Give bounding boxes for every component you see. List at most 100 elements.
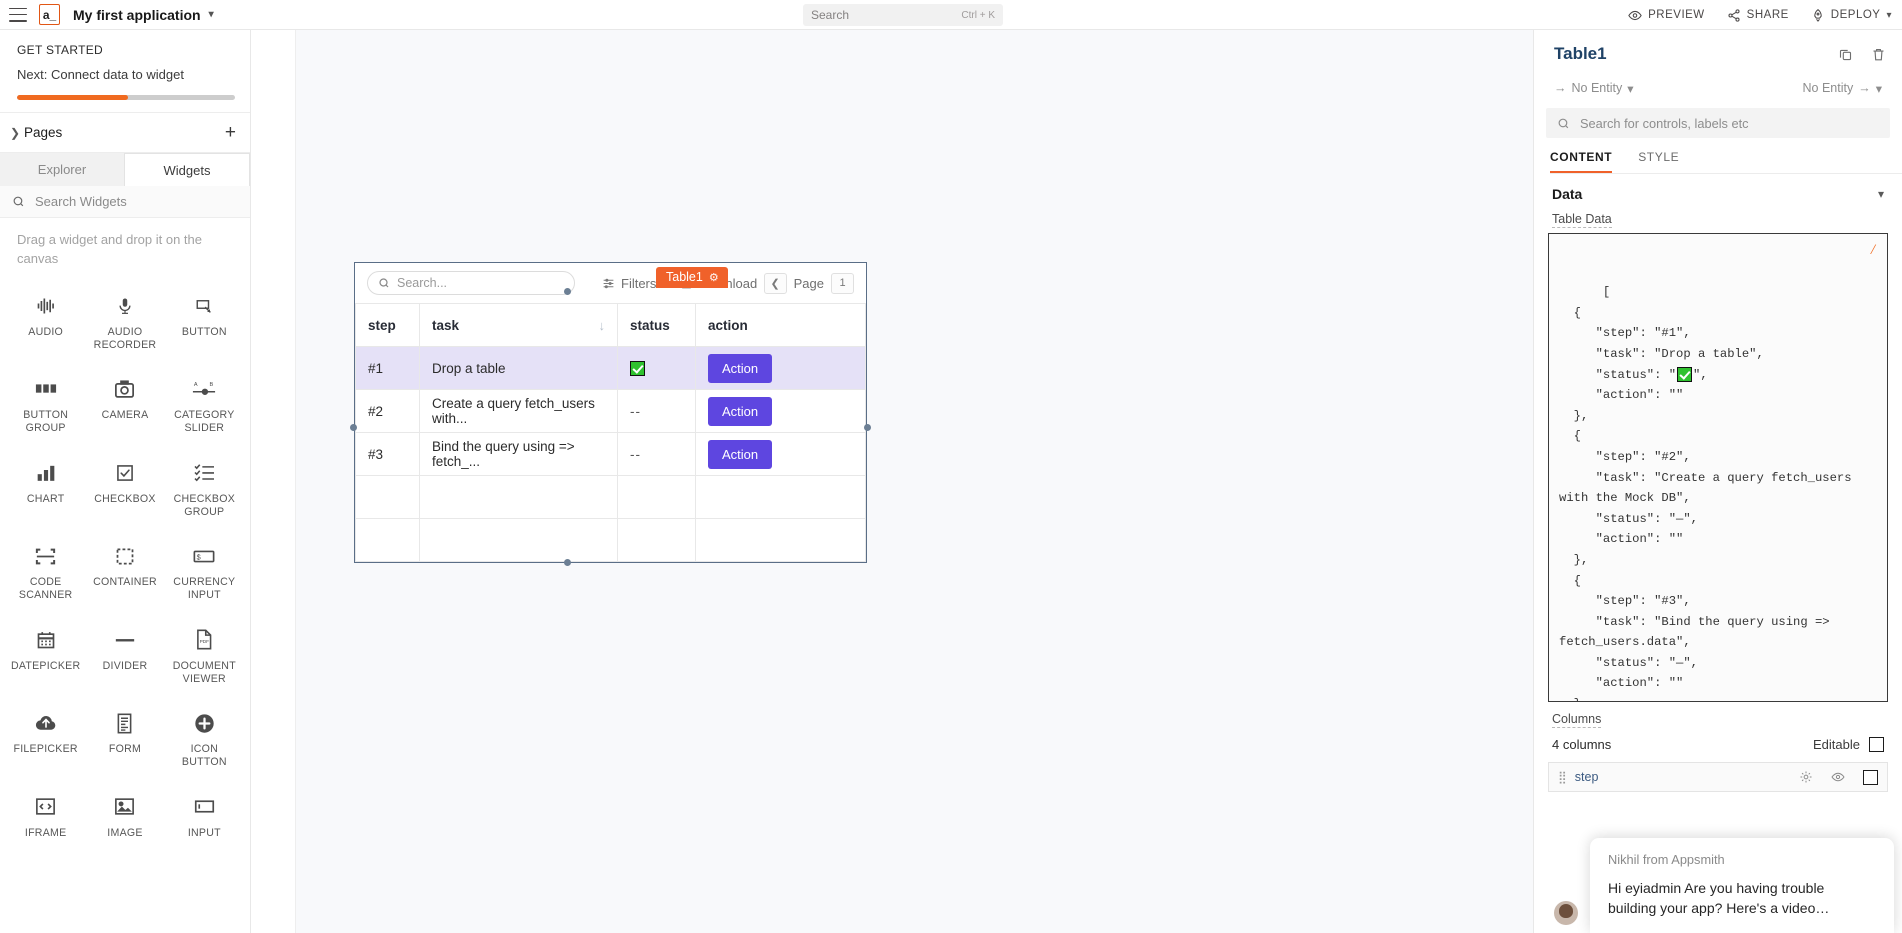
get-started-next-step: Next: Connect data to widget: [17, 67, 184, 82]
trash-icon[interactable]: [1871, 47, 1886, 62]
cell-step: #3: [355, 432, 420, 476]
currency-input-icon: $: [193, 543, 215, 569]
search-icon: [12, 195, 25, 208]
widget-item-image[interactable]: IMAGE: [85, 782, 164, 848]
svg-text:A: A: [194, 382, 198, 388]
widget-item-icon-button[interactable]: ICON BUTTON: [165, 698, 244, 777]
sort-descending-icon[interactable]: ↓: [599, 318, 606, 333]
column-visibility-checkbox[interactable]: [1863, 769, 1878, 785]
image-icon: [114, 794, 135, 820]
resize-handle-right[interactable]: [864, 424, 871, 431]
resize-handle-bottom[interactable]: [564, 559, 571, 566]
share-button[interactable]: SHARE: [1727, 8, 1789, 22]
widget-name-tag[interactable]: Table1 ⚙: [656, 267, 728, 288]
editable-checkbox[interactable]: [1869, 737, 1884, 752]
widget-item-chart[interactable]: CHART: [6, 448, 85, 527]
widget-item-checkbox-group[interactable]: CHECKBOX GROUP: [165, 448, 244, 527]
column-header-action[interactable]: action: [695, 303, 866, 347]
deploy-button[interactable]: DEPLOY ▾: [1811, 8, 1892, 22]
row-action-button[interactable]: Action: [708, 353, 773, 383]
row-action-button[interactable]: Action: [708, 439, 773, 469]
resize-handle-top[interactable]: [564, 288, 571, 295]
row-action-button[interactable]: Action: [708, 396, 773, 426]
gear-icon[interactable]: [1799, 770, 1813, 784]
eye-icon[interactable]: [1831, 770, 1845, 784]
plus-icon[interactable]: +: [225, 123, 236, 142]
table-row[interactable]: #1 Drop a table Action: [355, 346, 866, 390]
appsmith-builder: a_ My first application ▾ Search Ctrl + …: [0, 0, 1902, 933]
chevron-left-icon[interactable]: ❮: [763, 272, 787, 294]
widget-item-form[interactable]: FORM: [85, 698, 164, 777]
chat-avatar[interactable]: [1554, 901, 1578, 925]
data-section-title: Data: [1552, 186, 1583, 202]
tab-widgets[interactable]: Widgets: [124, 153, 250, 186]
column-header-status[interactable]: status: [617, 303, 696, 347]
widget-item-iframe[interactable]: IFRAME: [6, 782, 85, 848]
data-section-header[interactable]: Data ▾: [1534, 174, 1902, 208]
filter-icon: [602, 277, 615, 290]
table-head: step task ↓ status action: [355, 303, 866, 347]
pages-section-header[interactable]: ❯ Pages +: [0, 113, 250, 153]
table-row[interactable]: #3 Bind the query using => fetch_... -- Act…: [355, 432, 866, 476]
copy-icon[interactable]: [1838, 47, 1853, 62]
widget-item-category-slider[interactable]: A B CATEGORY SLIDER: [165, 364, 244, 443]
table-body: #1 Drop a table Action #2 Create a query fet…: [355, 346, 866, 562]
widget-item-label: CHART: [26, 492, 65, 505]
widget-item-datepicker[interactable]: DATEPICKER: [6, 615, 85, 694]
table-filters-button[interactable]: Filters: [602, 276, 656, 291]
cell-task-value: Bind the query using => fetch_...: [432, 439, 575, 469]
cell-task: Create a query fetch_users with...: [419, 389, 618, 433]
widget-item-document-viewer[interactable]: PDF DOCUMENT VIEWER: [165, 615, 244, 694]
application-name[interactable]: My first application ▾: [73, 7, 214, 23]
preview-button[interactable]: PREVIEW: [1628, 8, 1705, 22]
entity-incoming[interactable]: → No Entity ▾: [1554, 81, 1634, 96]
widget-item-button-group[interactable]: BUTTON GROUP: [6, 364, 85, 443]
widget-search-input[interactable]: Search Widgets: [0, 186, 250, 218]
widget-item-code-scanner[interactable]: CODE SCANNER: [6, 531, 85, 610]
divider-icon: [114, 627, 136, 653]
widget-item-input[interactable]: INPUT: [165, 782, 244, 848]
widget-item-camera[interactable]: CAMERA: [85, 364, 164, 443]
entity-outgoing[interactable]: No Entity → ▾: [1803, 81, 1883, 96]
table-data-code-editor[interactable]: / [ { "step": "#1", "task": "Drop a tabl…: [1548, 233, 1888, 702]
widget-item-divider[interactable]: DIVIDER: [85, 615, 164, 694]
global-search-input[interactable]: Search Ctrl + K: [803, 4, 1003, 26]
widget-item-currency-input[interactable]: $ CURRENCY INPUT: [165, 531, 244, 610]
entity-bindings-row: → No Entity ▾ No Entity → ▾: [1534, 74, 1902, 102]
widget-item-audio-recorder[interactable]: AUDIO RECORDER: [85, 281, 164, 360]
column-header-step[interactable]: step: [355, 303, 420, 347]
widget-item-label: CHECKBOX GROUP: [173, 492, 236, 518]
tab-style[interactable]: STYLE: [1638, 150, 1679, 173]
widget-item-button[interactable]: BUTTON: [165, 281, 244, 360]
widget-item-checkbox[interactable]: CHECKBOX: [85, 448, 164, 527]
property-search-input[interactable]: Search for controls, labels etc: [1546, 108, 1890, 138]
js-toggle-icon[interactable]: /: [1871, 240, 1875, 261]
page-number[interactable]: 1: [831, 272, 854, 294]
column-header-task[interactable]: task ↓: [419, 303, 618, 347]
chevron-down-icon: ▾: [1627, 81, 1634, 96]
tab-content[interactable]: CONTENT: [1550, 150, 1613, 173]
preview-label: PREVIEW: [1648, 9, 1705, 21]
table-widget[interactable]: Search... Filters Download ❮ Page 1 step…: [354, 262, 867, 563]
table-row[interactable]: #2 Create a query fetch_users with... -- Ac…: [355, 389, 866, 433]
canvas-page[interactable]: Table1 ⚙ Search... Filters Download ❮ Pa…: [296, 30, 1533, 933]
gear-icon[interactable]: ⚙: [709, 271, 719, 284]
widget-item-filepicker[interactable]: FILEPICKER: [6, 698, 85, 777]
hamburger-menu-icon[interactable]: [9, 7, 27, 22]
widget-item-audio[interactable]: AUDIO: [6, 281, 85, 360]
chat-bubble[interactable]: Nikhil from Appsmith Hi eyiadmin Are you…: [1590, 838, 1894, 933]
plus-circle-icon: [194, 710, 215, 736]
svg-text:$: $: [197, 552, 201, 561]
chevron-down-icon[interactable]: ▾: [1878, 187, 1884, 201]
widget-item-label: FILEPICKER: [13, 743, 78, 756]
table-search-input[interactable]: Search...: [367, 271, 575, 295]
resize-handle-left[interactable]: [350, 424, 357, 431]
widget-item-container[interactable]: CONTAINER: [85, 531, 164, 610]
pdf-document-icon: PDF: [195, 627, 213, 653]
drag-handle-icon[interactable]: ⣿: [1558, 770, 1567, 784]
page-label: Page: [793, 275, 824, 291]
column-list-item-step[interactable]: ⣿ step: [1548, 762, 1888, 792]
widget-item-label: DATEPICKER: [10, 659, 81, 672]
table-filters-label: Filters: [621, 275, 657, 291]
tab-explorer[interactable]: Explorer: [0, 153, 124, 186]
